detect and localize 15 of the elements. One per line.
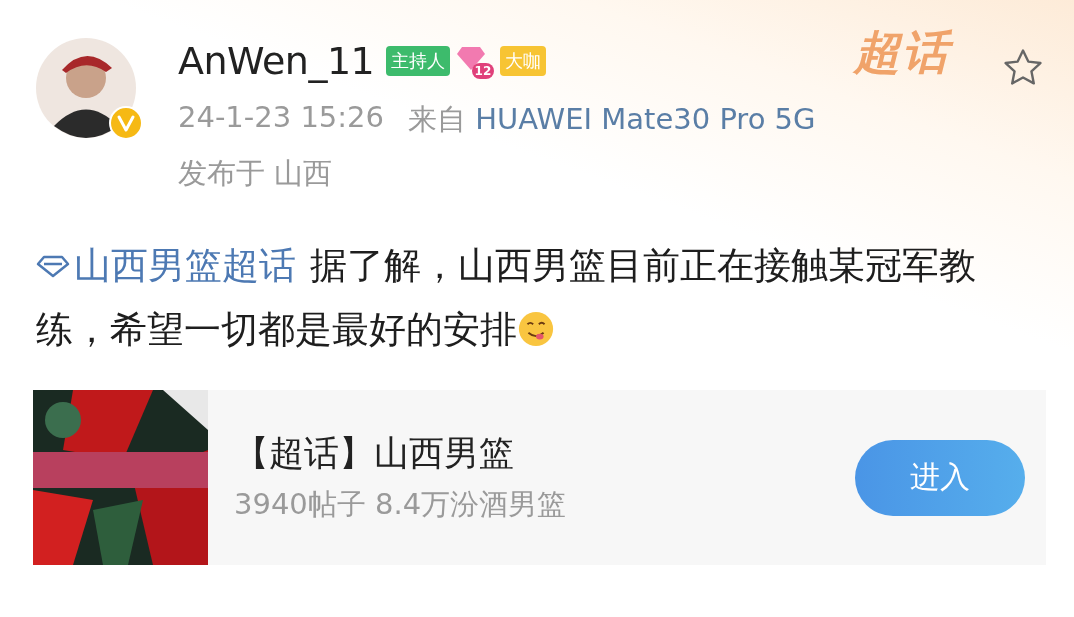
topic-card[interactable]: 【超话】山西男篮 3940帖子 8.4万汾酒男篮 进入 [33, 390, 1046, 565]
vip-badge: 大咖 [500, 46, 547, 76]
level-badge: 12 [456, 43, 495, 79]
post-text: 山西男篮超话 据了解，山西男篮目前正在接触某冠军教练，希望一切都是最好的安排 [36, 234, 1036, 362]
card-title: 【超话】山西男篮 [234, 432, 515, 475]
avatar[interactable] [36, 38, 136, 138]
topic-link[interactable]: 山西男篮超话 [36, 234, 296, 298]
post-time: 24-1-23 15:26 [178, 100, 384, 136]
emoji-icon [517, 310, 555, 348]
diamond-icon [36, 254, 70, 278]
card-stats: 3940帖子 8.4万汾酒男篮 [234, 486, 568, 523]
post-location: 发布于 山西 [178, 155, 334, 192]
post-source: 来自 HUAWEI Mate30 Pro 5G [408, 101, 816, 138]
user-name[interactable]: AnWen_11 [178, 39, 375, 83]
host-badge: 主持人 [386, 46, 451, 76]
